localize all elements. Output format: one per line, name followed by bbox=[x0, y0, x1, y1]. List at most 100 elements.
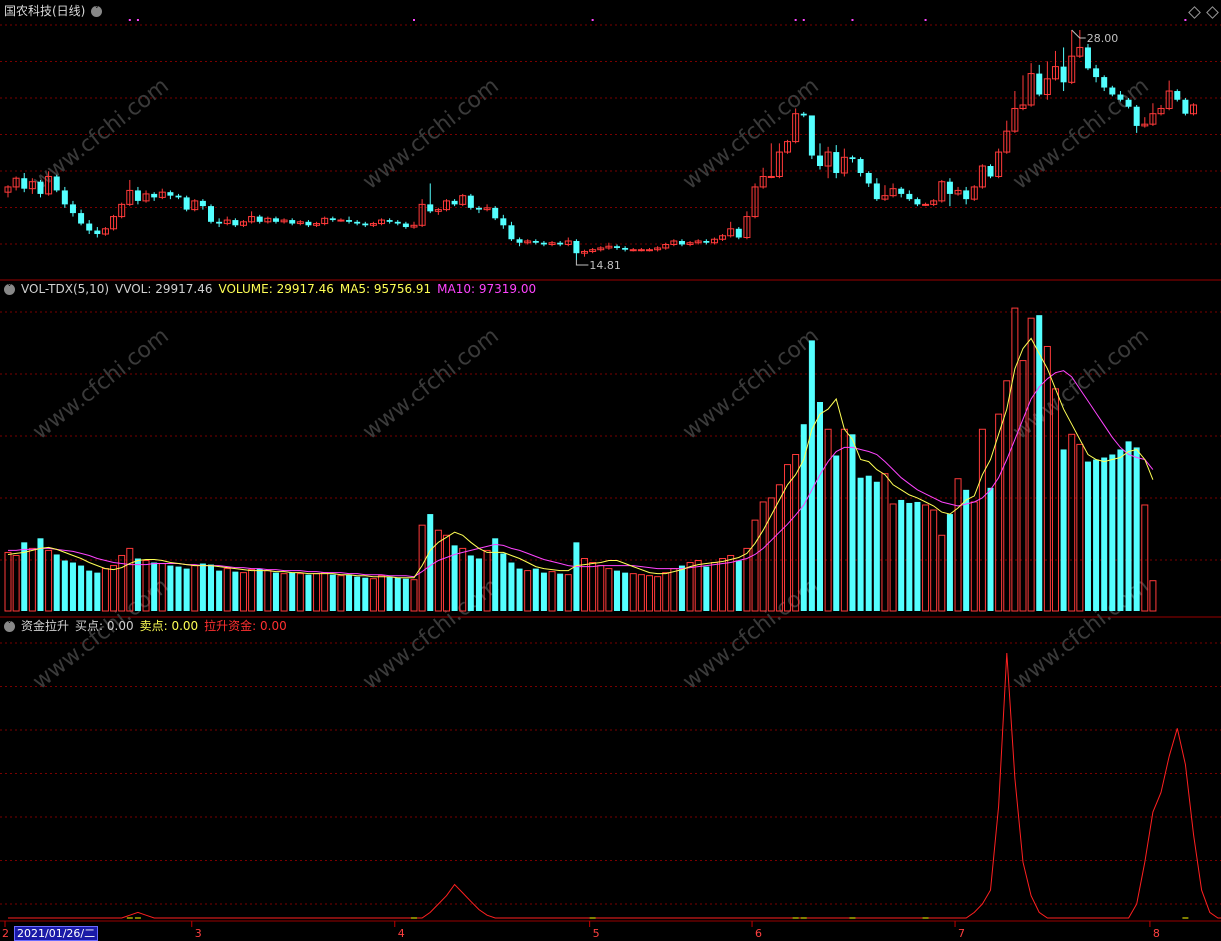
volume-bar-up bbox=[922, 504, 930, 612]
volume-bar-up bbox=[637, 574, 645, 612]
candle-body-down bbox=[394, 221, 401, 224]
volume-bar-down bbox=[69, 562, 76, 611]
volume-bar-down bbox=[1133, 447, 1140, 611]
candle-body-down bbox=[557, 242, 564, 245]
candle-body-down bbox=[1084, 47, 1091, 69]
low-price-arrow bbox=[575, 260, 589, 266]
chevron-down-icon[interactable]: ˅ bbox=[91, 6, 103, 17]
volume-bar-up bbox=[629, 573, 637, 612]
price-panel-header: 国农科技(日线) ˅ bbox=[4, 3, 108, 19]
volume-bar-up bbox=[1068, 433, 1076, 612]
candle-body-down bbox=[800, 113, 807, 116]
candle-body-down bbox=[362, 223, 369, 226]
vol-indicator-name: VOL-TDX(5,10) bbox=[21, 282, 110, 296]
watermark-text: www.cfchi.com bbox=[28, 323, 173, 444]
candle-body-down bbox=[963, 190, 970, 200]
volume-bar-up bbox=[321, 572, 329, 612]
volume-bar-down bbox=[987, 487, 994, 611]
x-axis-label: 4 bbox=[398, 927, 405, 940]
candle-body-down bbox=[914, 199, 921, 205]
candle-body-down bbox=[216, 221, 223, 224]
volume-bar-up bbox=[442, 534, 450, 612]
selected-date-label: 2021/01/26/二 bbox=[14, 926, 99, 941]
volume-bar-down bbox=[817, 401, 823, 611]
watermark-text: www.cfchi.com bbox=[1008, 573, 1153, 694]
candle-body-down bbox=[61, 190, 68, 205]
candle-body-down bbox=[833, 152, 840, 173]
candle-body-down bbox=[865, 172, 872, 184]
volume-bar-down bbox=[175, 566, 182, 611]
candle-body-down bbox=[94, 230, 101, 235]
volume-bar-up bbox=[280, 573, 288, 612]
volume-bar-down bbox=[1084, 461, 1091, 611]
volume-bar-down bbox=[557, 573, 564, 611]
volume-bar-down bbox=[475, 558, 482, 611]
volume-bar-down bbox=[1093, 459, 1100, 611]
volume-bar-down bbox=[1101, 457, 1108, 611]
high-price-label: 28.00 bbox=[1087, 32, 1119, 45]
volume-bar-up bbox=[605, 568, 613, 612]
volume-bar-down bbox=[898, 499, 905, 611]
volume-bar-down bbox=[833, 455, 840, 611]
candle-body-down bbox=[573, 240, 580, 254]
candle-body-down bbox=[849, 157, 856, 160]
volume-bar-down bbox=[289, 572, 296, 611]
volume-bar-down bbox=[134, 558, 141, 611]
volume-bar-up bbox=[1051, 388, 1059, 612]
candle-body-down bbox=[873, 183, 880, 200]
candle-body-down bbox=[289, 220, 296, 224]
candle-body-down bbox=[1174, 91, 1181, 100]
volume-bar-down bbox=[508, 562, 515, 611]
candle-body-down bbox=[1117, 94, 1124, 100]
volume-bar-up bbox=[654, 576, 662, 612]
volume-bar-down bbox=[272, 572, 279, 611]
candle-body-down bbox=[817, 155, 823, 167]
volume-bar-down bbox=[516, 568, 523, 611]
volume-bar-down bbox=[256, 568, 263, 611]
volume-bar-up bbox=[759, 501, 767, 612]
volume-bar-up bbox=[670, 568, 678, 612]
x-axis-label: 3 bbox=[195, 927, 202, 940]
signal-dot bbox=[924, 19, 927, 21]
candle-body-down bbox=[808, 115, 815, 156]
candle-body-down bbox=[134, 190, 141, 201]
candle-body-down bbox=[208, 206, 214, 222]
volume-bar-down bbox=[492, 538, 499, 611]
volume-bar-down bbox=[183, 568, 190, 611]
ma5-value: MA5: 95756.91 bbox=[339, 282, 432, 296]
candle-body-down bbox=[1036, 73, 1043, 95]
chevron-down-icon[interactable]: ˅ bbox=[4, 284, 15, 295]
fund-pull-line bbox=[8, 652, 1221, 919]
volume-bar-up bbox=[938, 534, 946, 612]
volume-bar-down bbox=[849, 434, 856, 611]
volume-bar-up bbox=[954, 478, 962, 612]
candle-body-down bbox=[167, 192, 174, 196]
volume-bar-up bbox=[686, 562, 694, 612]
volume-bar-down bbox=[78, 565, 85, 611]
volume-bar-down bbox=[1060, 449, 1067, 611]
volume-bar-up bbox=[881, 473, 889, 612]
signal-dot bbox=[136, 19, 139, 21]
candle-body-down bbox=[467, 195, 474, 208]
candle-body-down bbox=[37, 181, 44, 194]
sell-value: 卖点: 0.00 bbox=[139, 619, 199, 633]
volume-bar-up bbox=[296, 573, 304, 612]
candle-body-down bbox=[1125, 99, 1132, 107]
stock-chart[interactable]: www.cfchi.com www.cfchi.com www.cfchi.com w… bbox=[0, 0, 1221, 940]
volume-bar-down bbox=[946, 514, 953, 611]
candle-body-down bbox=[329, 218, 336, 221]
chevron-down-icon[interactable]: ˅ bbox=[4, 621, 15, 632]
volume-bar-down bbox=[865, 475, 872, 611]
x-axis-label: 8 bbox=[1153, 927, 1160, 940]
candle-body-up bbox=[645, 249, 653, 252]
volume-bar-down bbox=[1125, 441, 1132, 611]
candle-body-down bbox=[492, 207, 499, 219]
volume-bar-up bbox=[264, 570, 272, 612]
volume-bar-up bbox=[28, 547, 36, 612]
candle-body-down bbox=[898, 188, 905, 194]
watermark-text: www.cfchi.com bbox=[358, 323, 503, 444]
volume-bar-down bbox=[402, 578, 409, 611]
candle-body-down bbox=[386, 220, 393, 222]
volume-bar-up bbox=[662, 572, 670, 612]
volume-bar-down bbox=[1117, 449, 1124, 611]
